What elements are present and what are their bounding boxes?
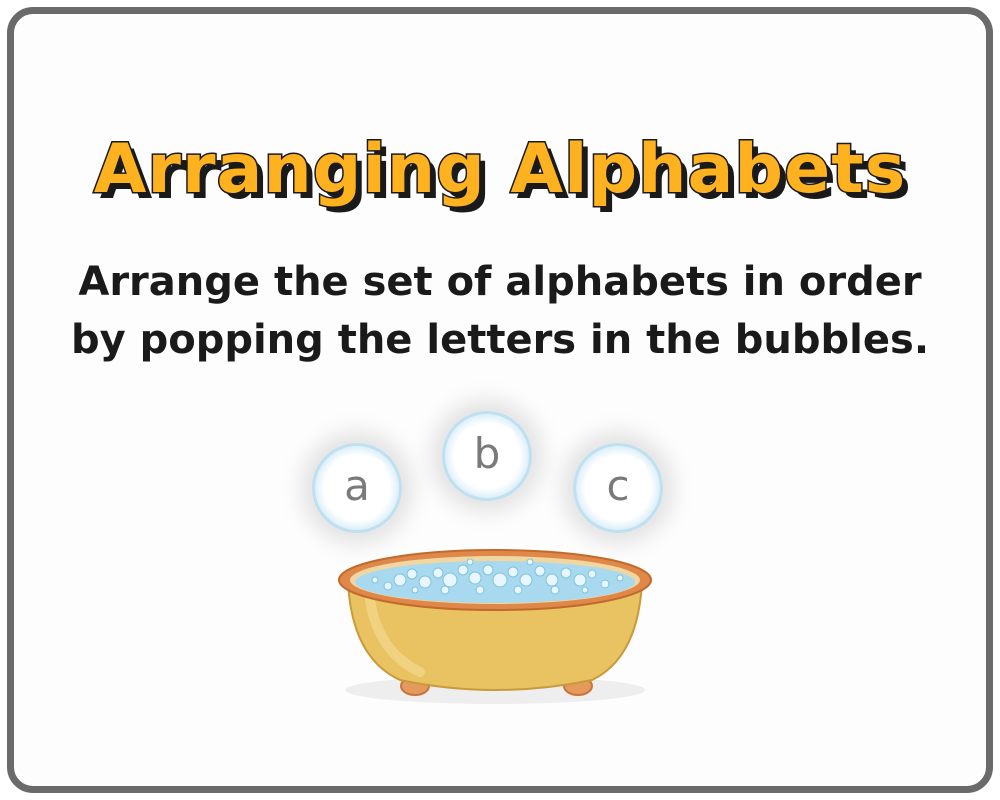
bubble-shine-icon <box>632 456 648 472</box>
bubble-scene: a b c <box>290 395 710 715</box>
bubble-letter: a <box>344 461 370 510</box>
bubble-b[interactable]: b <box>442 411 532 501</box>
bathtub-icon <box>338 549 652 704</box>
game-title: Arranging Alphabets <box>92 130 907 209</box>
instructions-line-2: by popping the letters in the bubbles. <box>70 317 930 363</box>
bubble-shine-icon <box>371 456 387 472</box>
bubble-shine-icon <box>501 424 517 440</box>
bubble-letter: c <box>606 461 630 510</box>
bubble-letter: b <box>473 429 501 478</box>
bubble-c[interactable]: c <box>573 443 663 533</box>
bubble-a[interactable]: a <box>312 443 402 533</box>
instructions-line-1: Arrange the set of alphabets in order <box>78 259 922 305</box>
